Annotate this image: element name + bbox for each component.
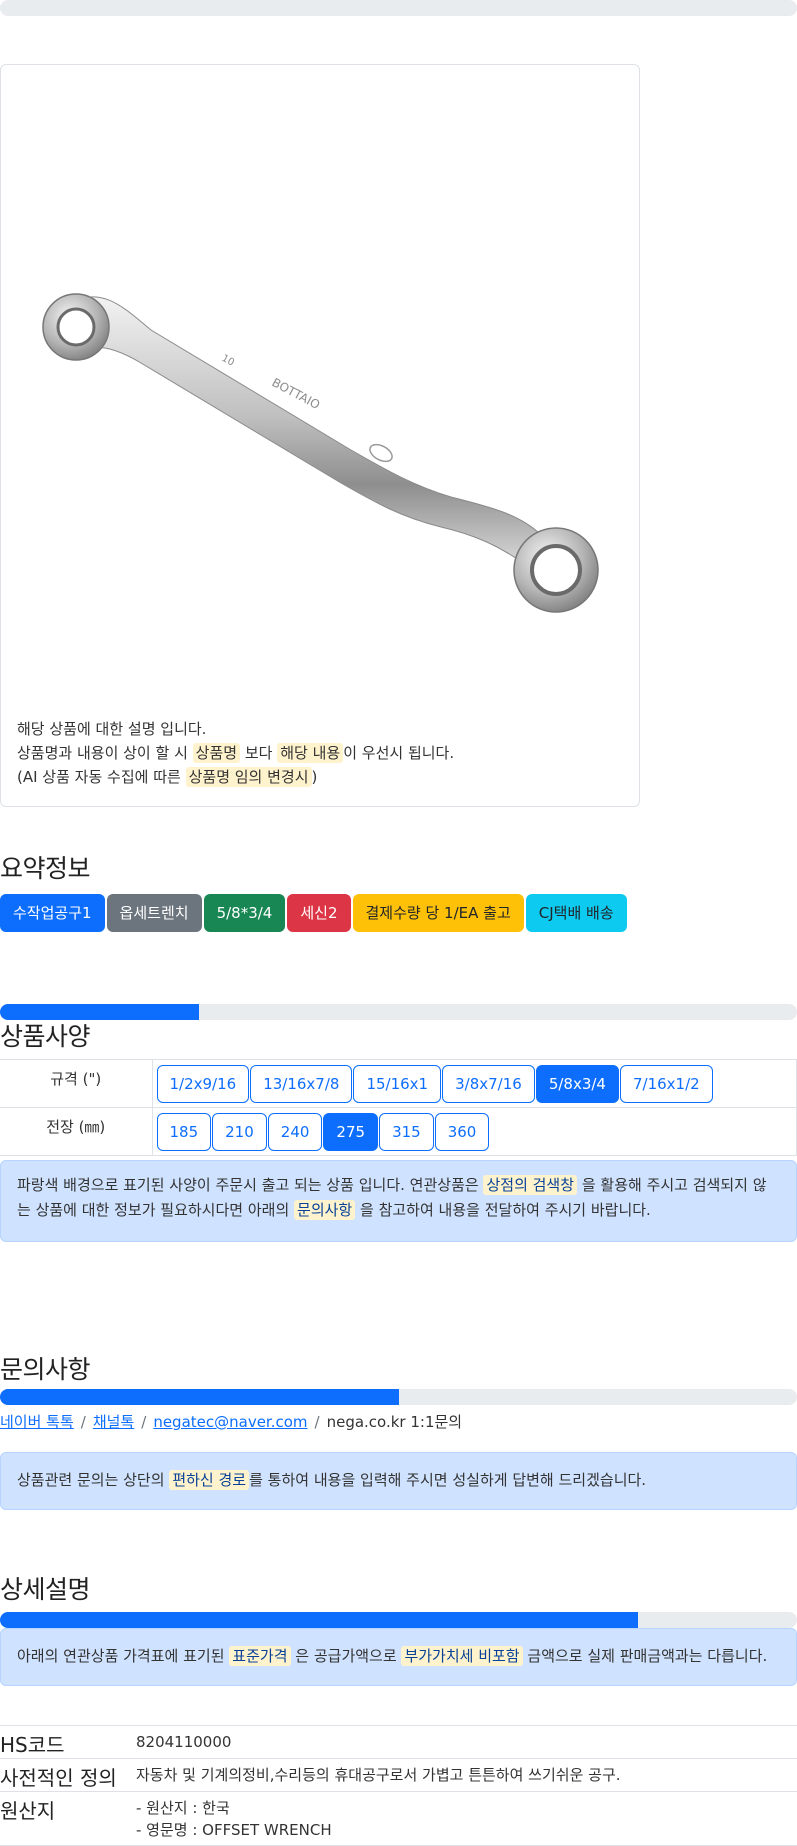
length-option[interactable]: 185	[156, 1113, 212, 1151]
inquiry-notice: 상품관련 문의는 상단의 편하신 경로 를 통하여 내용을 입력해 주시면 성실하…	[0, 1452, 797, 1510]
info-value: 자동차 및 기계의정비,수리등의 휴대공구로서 가볍고 튼튼하여 쓰기쉬운 공구…	[136, 1766, 621, 1784]
size-option[interactable]: 1/2x9/16	[156, 1065, 250, 1103]
highlight-store-search: 상점의 검색창	[483, 1175, 578, 1195]
description-text: 보다	[244, 744, 273, 762]
inquiry-links: 네이버 톡톡 / 채널톡 / negatec@naver.com / nega.co.kr …	[0, 1411, 462, 1432]
offset-wrench-image: BOTTAIO 10	[42, 293, 599, 613]
size-option-selected[interactable]: 5/8x3/4	[535, 1065, 619, 1103]
origin-country: - 원산지 : 한국	[136, 1799, 230, 1817]
size-option[interactable]: 15/16x1	[353, 1065, 442, 1103]
detail-notice: 아래의 연관상품 가격표에 표기된 표준가격 은 공급가액으로 부가가치세 비포…	[0, 1628, 797, 1686]
notice-text: 을 참고하여 내용을 전달하여 주시기 바랍니다.	[360, 1201, 651, 1219]
notice-text: 금액으로 실제 판매금액과는 다릅니다.	[527, 1647, 768, 1665]
svg-text:10: 10	[220, 353, 236, 369]
notice-text: 상품관련 문의는 상단의	[17, 1471, 165, 1489]
description-text: 상품명과 내용이 상이 할 시	[17, 744, 188, 762]
notice-text: 은 공급가액으로	[295, 1647, 397, 1665]
product-card: BOTTAIO 10 해당 상품에 대한 설명 입니다. 상품명과 내용이 상이…	[0, 64, 640, 807]
info-row-origin: 원산지 - 원산지 : 한국 - 영문명 : OFFSET WRENCH	[0, 1791, 797, 1846]
english-name: - 영문명 : OFFSET WRENCH	[136, 1821, 332, 1839]
channel-talk-link[interactable]: 채널톡	[93, 1413, 134, 1431]
notice-text: 를 통하여 내용을 입력해 주시면 성실하게 답변해 드리겠습니다.	[249, 1471, 647, 1489]
info-value: - 원산지 : 한국 - 영문명 : OFFSET WRENCH	[136, 1792, 797, 1846]
site-inquiry-text: nega.co.kr 1:1문의	[326, 1413, 463, 1431]
info-row-hs-code: HS코드 8204110000	[0, 1725, 797, 1759]
size-option[interactable]: 13/16x7/8	[250, 1065, 353, 1103]
badge-shipping: CJ택배 배송	[525, 894, 627, 932]
inquiry-title: 문의사항	[0, 1355, 91, 1384]
detail-progress-fill	[0, 1612, 638, 1628]
email-link[interactable]: negatec@naver.com	[153, 1413, 307, 1431]
description-line-2: 상품명과 내용이 상이 할 시 상품명 보다 해당 내용 이 우선시 됩니다.	[17, 741, 627, 765]
info-label: 사전적인 정의	[0, 1766, 117, 1790]
product-info-table: HS코드 8204110000 사전적인 정의 자동차 및 기계의정비,수리등의…	[0, 1725, 797, 1846]
product-image: BOTTAIO 10	[21, 235, 611, 615]
description-text: (AI 상품 자동 수집에 따른	[17, 768, 181, 786]
info-label: 원산지	[0, 1799, 56, 1823]
highlight-inquiry: 문의사항	[294, 1200, 356, 1220]
info-label: HS코드	[0, 1733, 65, 1757]
size-option[interactable]: 3/8x7/16	[442, 1065, 535, 1103]
length-option[interactable]: 315	[379, 1113, 434, 1151]
inquiry-progress-fill	[0, 1389, 399, 1405]
separator: /	[80, 1413, 86, 1431]
spec-row-size: 규격 (") 1/2x9/16 13/16x7/8 15/16x1 3/8x7/…	[0, 1059, 797, 1108]
info-value: 8204110000	[136, 1733, 232, 1751]
highlight-name-change: 상품명 임의 변경시	[185, 767, 312, 787]
spec-progress	[0, 1004, 797, 1020]
length-option-selected[interactable]: 275	[323, 1113, 379, 1151]
length-option[interactable]: 360	[434, 1113, 490, 1151]
product-description: 해당 상품에 대한 설명 입니다. 상품명과 내용이 상이 할 시 상품명 보다…	[17, 717, 627, 789]
info-row-definition: 사전적인 정의 자동차 및 기계의정비,수리등의 휴대공구로서 가볍고 튼튼하여…	[0, 1758, 797, 1792]
separator: /	[141, 1413, 147, 1431]
notice-text: 파랑색 배경으로 표기된 사양이 주문시 출고 되는 상품 입니다. 연관상품은	[17, 1176, 479, 1194]
inquiry-progress	[0, 1389, 797, 1405]
spec-row-length: 전장 (㎜) 185 210 240 275 315 360	[0, 1107, 797, 1156]
highlight-standard-price: 표준가격	[229, 1646, 291, 1666]
naver-talk-link[interactable]: 네이버 톡톡	[0, 1413, 74, 1431]
spec-table: 규격 (") 1/2x9/16 13/16x7/8 15/16x1 3/8x7/…	[0, 1059, 797, 1156]
badge-quantity: 결제수량 당 1/EA 출고	[352, 894, 524, 932]
detail-title: 상세설명	[0, 1575, 91, 1604]
length-option[interactable]: 240	[267, 1113, 323, 1151]
highlight-vat-excluded: 부가가치세 비포함	[401, 1646, 523, 1666]
size-option[interactable]: 7/16x1/2	[619, 1065, 713, 1103]
description-line-1: 해당 상품에 대한 설명 입니다.	[17, 720, 207, 738]
badge-brand: 세신2	[287, 894, 351, 932]
detail-progress	[0, 1612, 797, 1628]
badge-size: 5/8*3/4	[203, 894, 286, 932]
description-text: 이 우선시 됩니다.	[343, 744, 455, 762]
highlight-content: 해당 내용	[277, 743, 344, 763]
spec-row-label: 규격 (")	[0, 1059, 153, 1108]
top-progress-track	[0, 0, 797, 16]
description-line-3: (AI 상품 자동 수집에 따른 상품명 임의 변경시)	[17, 765, 627, 789]
size-options: 1/2x9/16 13/16x7/8 15/16x1 3/8x7/16 5/8x…	[156, 1064, 793, 1103]
spec-title: 상품사양	[0, 1022, 91, 1051]
badge-category: 수작업공구1	[0, 894, 105, 932]
length-option[interactable]: 210	[212, 1113, 267, 1151]
spec-row-label: 전장 (㎜)	[0, 1107, 153, 1156]
highlight-route: 편하신 경로	[169, 1470, 250, 1490]
spec-notice: 파랑색 배경으로 표기된 사양이 주문시 출고 되는 상품 입니다. 연관상품은…	[0, 1160, 797, 1242]
description-text: )	[311, 768, 318, 786]
length-options: 185 210 240 275 315 360	[156, 1112, 793, 1151]
highlight-product-name: 상품명	[192, 743, 241, 763]
summary-badges: 수작업공구1 옵세트렌치 5/8*3/4 세신2 결제수량 당 1/EA 출고 …	[0, 894, 629, 932]
summary-title: 요약정보	[0, 854, 91, 883]
notice-text: 아래의 연관상품 가격표에 표기된	[17, 1647, 225, 1665]
badge-product-type: 옵세트렌치	[106, 894, 202, 932]
separator: /	[314, 1413, 320, 1431]
